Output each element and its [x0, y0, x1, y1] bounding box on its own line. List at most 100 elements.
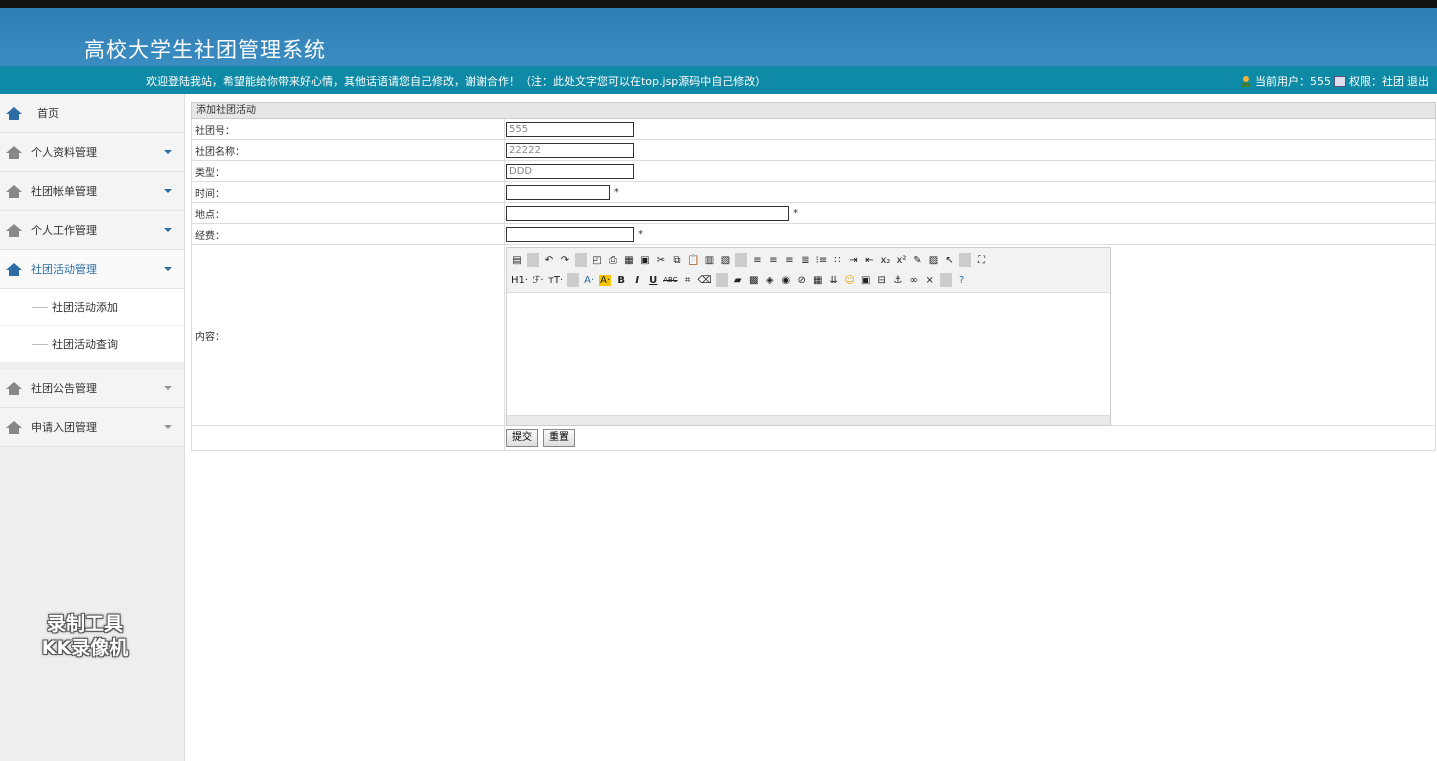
hr-icon[interactable]: ⇊ — [828, 275, 840, 286]
home-icon — [6, 420, 22, 434]
redo-icon[interactable]: ↷ — [559, 255, 571, 266]
sidebar-item-label: 个人资料管理 — [31, 146, 97, 159]
superscript-icon[interactable]: x² — [895, 255, 907, 266]
ordered-list-icon[interactable]: ⁝≡ — [815, 255, 828, 266]
club-name-input[interactable]: 22222 — [506, 142, 634, 158]
unlink-icon[interactable]: ⨯ — [924, 275, 936, 286]
print-icon[interactable]: ⎙ — [607, 255, 619, 266]
flash-icon[interactable]: ◈ — [764, 275, 776, 286]
sidebar-item-profile[interactable]: 个人资料管理 — [0, 133, 184, 172]
home-icon — [6, 381, 22, 395]
role-icon — [1334, 75, 1346, 87]
outdent-icon[interactable]: ⇤ — [863, 255, 875, 266]
field-label: 社团名称： — [192, 140, 505, 160]
table-icon[interactable]: ▦ — [812, 275, 824, 286]
heading-icon[interactable]: H1· — [511, 275, 528, 286]
align-center-icon[interactable]: ≡ — [767, 255, 779, 266]
editor-resize-bar[interactable] — [507, 415, 1110, 425]
club-no-input[interactable]: 555 — [506, 121, 634, 137]
sidebar-item-applications[interactable]: 申请入团管理 — [0, 408, 184, 447]
type-input[interactable]: DDD — [506, 163, 634, 179]
fullscreen-icon[interactable]: ⛶ — [975, 255, 987, 266]
eraser-icon[interactable]: ⌫ — [698, 275, 712, 286]
sidebar-subitem-label: 社团活动添加 — [52, 301, 118, 314]
indent-icon[interactable]: ⇥ — [847, 255, 859, 266]
align-right-icon[interactable]: ≡ — [783, 255, 795, 266]
media-icon[interactable]: ◉ — [780, 275, 792, 286]
editor-toolbar-row2: H1· ℱ· тT· A· A· B I U ABC ⌗ ⌫ ▰ ▩ ◈ ◉ ⊘ ▦ ⇊ ☺ ▣… — [511, 270, 1106, 290]
sidebar-item-activities[interactable]: 社团活动管理 — [0, 250, 184, 289]
sidebar-item-billing[interactable]: 社团帐单管理 — [0, 172, 184, 211]
user-role: 权限：社团 — [1349, 75, 1404, 88]
select-all-icon[interactable]: ▨ — [927, 255, 939, 266]
paste-icon[interactable]: 📋 — [687, 255, 699, 266]
strikethrough-icon[interactable]: ABC — [663, 276, 677, 284]
anchor-icon[interactable]: ⚓ — [892, 275, 904, 286]
italic-icon[interactable]: I — [631, 275, 643, 286]
field-label: 类型： — [192, 161, 505, 181]
field-label: 时间： — [192, 182, 505, 202]
clear-format-icon[interactable]: ✎ — [911, 255, 923, 266]
help-icon[interactable]: ? — [956, 275, 968, 286]
sidebar-item-work[interactable]: 个人工作管理 — [0, 211, 184, 250]
image-icon[interactable]: ▰ — [732, 275, 744, 286]
form-title: 添加社团活动 — [191, 102, 1436, 119]
justify-icon[interactable]: ≣ — [799, 255, 811, 266]
bold-icon[interactable]: B — [615, 275, 627, 286]
underline-icon[interactable]: U — [647, 275, 659, 286]
paste-text-icon[interactable]: ▥ — [703, 255, 715, 266]
subscript-icon[interactable]: x₂ — [879, 255, 891, 266]
empty-cell — [192, 426, 505, 450]
template-icon[interactable]: ▦ — [623, 255, 635, 266]
current-user: 当前用户：555 — [1255, 75, 1331, 88]
font-size-icon[interactable]: тT· — [548, 275, 563, 286]
home-icon — [6, 184, 22, 198]
home-icon — [6, 262, 22, 276]
text-color-icon[interactable]: A· — [583, 275, 595, 286]
paste-word-icon[interactable]: ▧ — [719, 255, 731, 266]
form-row-type: 类型： DDD — [191, 161, 1436, 182]
highlight-color-icon[interactable]: A· — [599, 274, 612, 286]
unordered-list-icon[interactable]: ∷ — [831, 255, 843, 266]
sidebar-item-home[interactable]: 首页 — [0, 94, 184, 133]
preview-icon[interactable]: ◰ — [591, 255, 603, 266]
sidebar-item-label: 社团帐单管理 — [31, 185, 97, 198]
attachment-icon[interactable]: ⊘ — [796, 275, 808, 286]
reset-button[interactable]: 重置 — [543, 429, 575, 447]
field-label: 内容： — [192, 245, 505, 425]
map-icon[interactable]: ▣ — [860, 275, 872, 286]
location-input[interactable] — [506, 205, 789, 221]
pagebreak-icon[interactable]: ⊟ — [876, 275, 888, 286]
time-input[interactable] — [506, 184, 610, 200]
undo-icon[interactable]: ↶ — [543, 255, 555, 266]
sidebar-subitem-add-activity[interactable]: 社团活动添加 — [0, 289, 184, 326]
editor-content-area[interactable] — [507, 293, 1110, 415]
link-icon[interactable]: ∞ — [908, 275, 920, 286]
align-left-icon[interactable]: ≡ — [751, 255, 763, 266]
main-content: 添加社团活动 社团号： 555 社团名称： 22222 类型： DDD 时间： … — [191, 102, 1436, 451]
submit-button[interactable]: 提交 — [506, 429, 538, 447]
logout-link[interactable]: 退出 — [1407, 73, 1429, 89]
font-family-icon[interactable]: ℱ· — [532, 275, 544, 286]
sidebar-item-announcements[interactable]: 社团公告管理 — [0, 369, 184, 408]
watermark-line1: 录制工具 — [46, 613, 123, 635]
site-title: 高校大学生社团管理系统 — [84, 38, 326, 62]
funds-input[interactable] — [506, 226, 634, 242]
multi-image-icon[interactable]: ▩ — [748, 275, 760, 286]
line-height-icon[interactable]: ⌗ — [682, 275, 694, 286]
copy-icon[interactable]: ⧉ — [671, 255, 683, 266]
code-icon[interactable]: ▣ — [639, 255, 651, 266]
chevron-down-icon — [164, 267, 172, 271]
emoticon-icon[interactable]: ☺ — [844, 275, 856, 286]
cursor-icon[interactable]: ↖ — [943, 255, 955, 266]
chevron-down-icon — [164, 150, 172, 154]
editor-toolbar-row1: ▤ ↶ ↷ ◰ ⎙ ▦ ▣ ✂ ⧉ 📋 ▥ ▧ ≡ ≡ ≡ ≣ ⁝≡ ∷ ⇥ ⇤ x₂ x² ✎ ▨ ↖ ⛶ — [511, 250, 1106, 270]
source-icon[interactable]: ▤ — [511, 255, 523, 266]
chevron-down-icon — [164, 189, 172, 193]
cut-icon[interactable]: ✂ — [655, 255, 667, 266]
required-marker: * — [638, 228, 643, 240]
sidebar-subitem-query-activity[interactable]: 社团活动查询 — [0, 326, 184, 363]
user-info: 当前用户：555 权限：社团 退出 — [1240, 73, 1429, 89]
rich-text-editor: ▤ ↶ ↷ ◰ ⎙ ▦ ▣ ✂ ⧉ 📋 ▥ ▧ ≡ ≡ ≡ ≣ ⁝≡ ∷ ⇥ ⇤ x₂ x² ✎ ▨ ↖ ⛶ H1· … — [506, 247, 1111, 426]
field-label: 地点： — [192, 203, 505, 223]
